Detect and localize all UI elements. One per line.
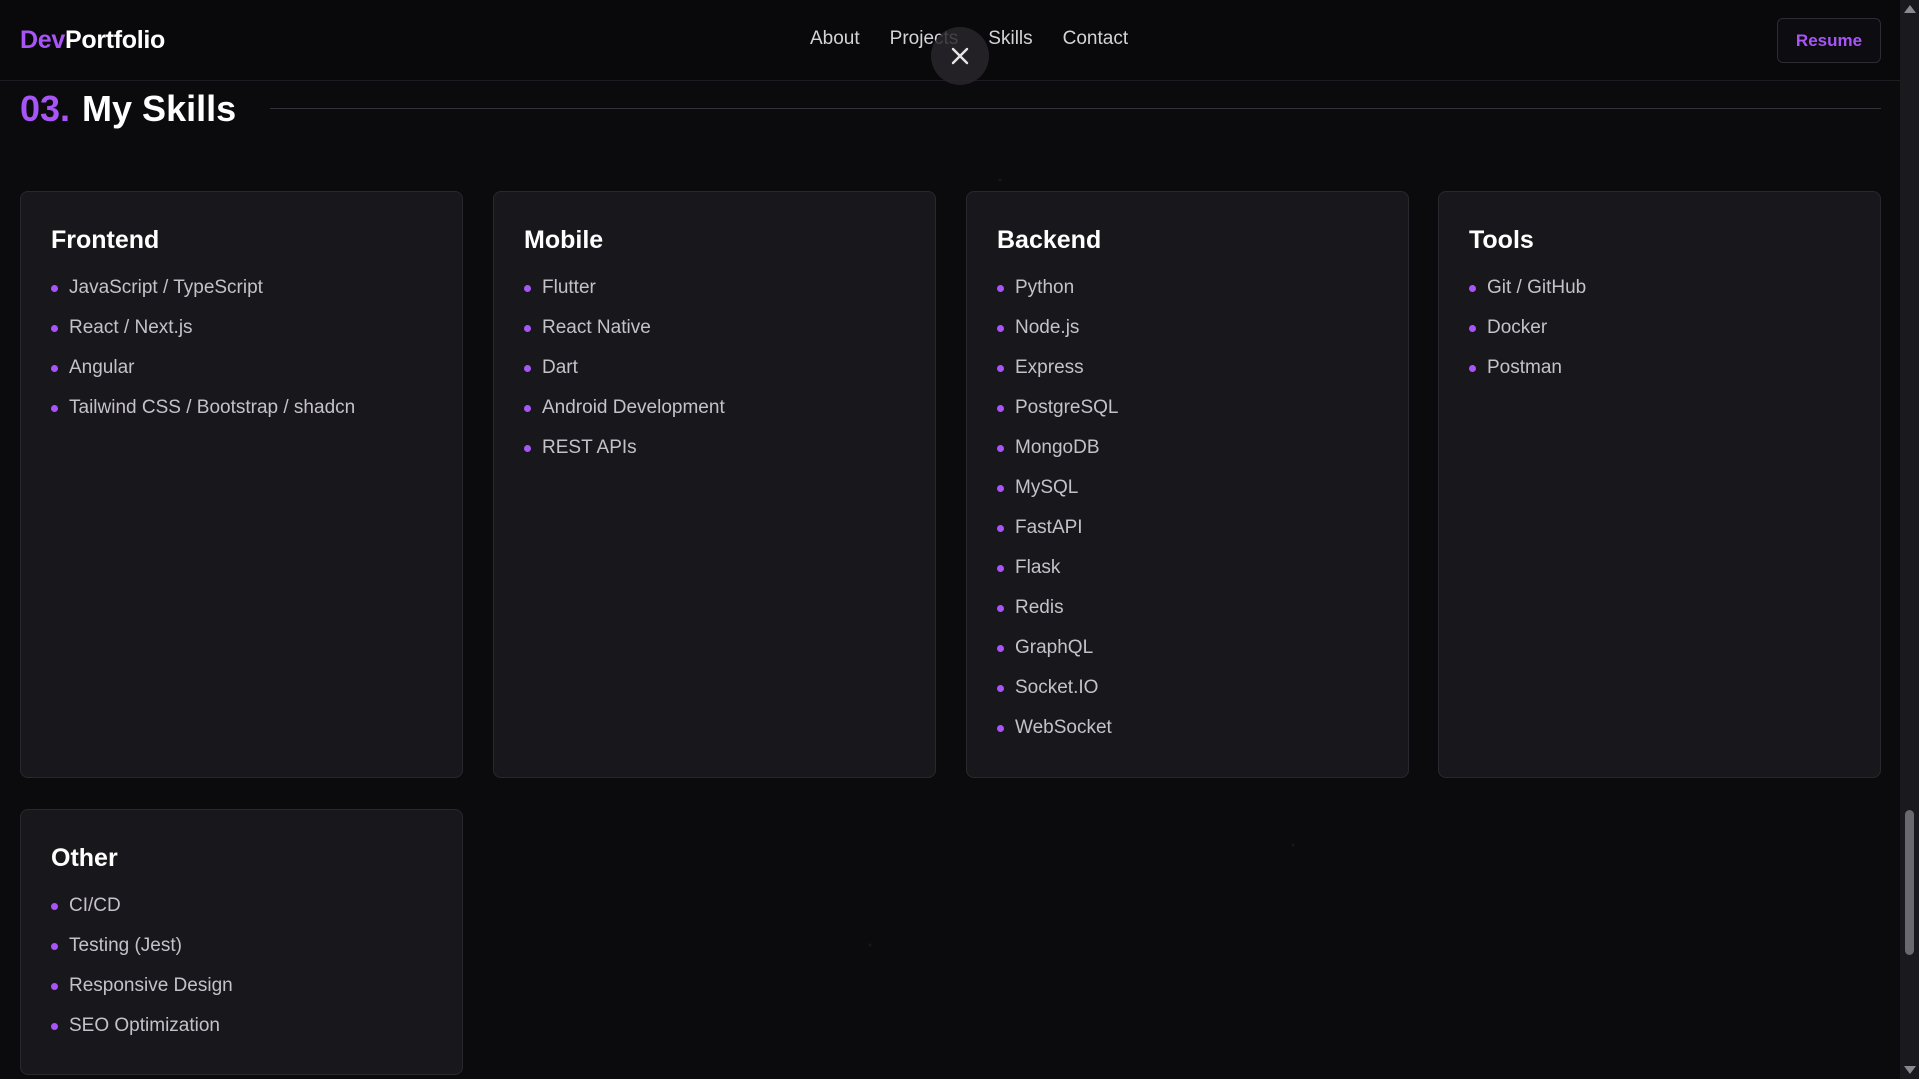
close-icon xyxy=(951,47,969,65)
scrollbar-thumb[interactable] xyxy=(1905,810,1914,955)
skill-card-backend: Backend Python Node.js Express PostgreSQ… xyxy=(966,191,1409,778)
skill-item: MongoDB xyxy=(997,437,1378,477)
skill-item: Dart xyxy=(524,357,905,397)
card-title: Backend xyxy=(997,226,1102,254)
card-title: Tools xyxy=(1469,226,1534,254)
skill-item: Docker xyxy=(1469,317,1850,357)
skill-item: FastAPI xyxy=(997,517,1378,557)
page-scrollbar[interactable] xyxy=(1900,0,1919,1079)
skill-list: Git / GitHub Docker Postman xyxy=(1469,277,1850,397)
close-button[interactable] xyxy=(931,27,989,85)
skill-list: Python Node.js Express PostgreSQL MongoD… xyxy=(997,277,1378,757)
page: DevPortfolio About Projects Skills Conta… xyxy=(0,0,1919,1079)
section-title: 03. My Skills xyxy=(20,88,236,130)
skill-item: WebSocket xyxy=(997,717,1378,757)
skill-list: JavaScript / TypeScript React / Next.js … xyxy=(51,277,432,437)
skill-item: CI/CD xyxy=(51,895,432,935)
skill-item: Express xyxy=(997,357,1378,397)
skill-item: Android Development xyxy=(524,397,905,437)
skill-item: Socket.IO xyxy=(997,677,1378,717)
scroll-up-arrow-icon[interactable] xyxy=(1904,5,1916,13)
skill-card-mobile: Mobile Flutter React Native Dart Android… xyxy=(493,191,936,778)
nav-link-about[interactable]: About xyxy=(810,28,860,50)
skill-item: Redis xyxy=(997,597,1378,637)
skill-list: Flutter React Native Dart Android Develo… xyxy=(524,277,905,477)
skill-item: Node.js xyxy=(997,317,1378,357)
skill-item: Angular xyxy=(51,357,432,397)
card-title: Other xyxy=(51,844,118,872)
nav-link-skills[interactable]: Skills xyxy=(988,28,1032,50)
skill-item: Python xyxy=(997,277,1378,317)
skill-item: PostgreSQL xyxy=(997,397,1378,437)
skill-item: Flask xyxy=(997,557,1378,597)
skill-list: CI/CD Testing (Jest) Responsive Design S… xyxy=(51,895,432,1055)
skill-card-tools: Tools Git / GitHub Docker Postman xyxy=(1438,191,1881,778)
skill-item: Testing (Jest) xyxy=(51,935,432,975)
skill-item: Git / GitHub xyxy=(1469,277,1850,317)
logo-accent: Dev xyxy=(20,26,65,54)
card-title: Frontend xyxy=(51,226,160,254)
section-number: 03. xyxy=(20,88,71,129)
skill-item: Responsive Design xyxy=(51,975,432,1015)
card-title: Mobile xyxy=(524,226,604,254)
section-divider xyxy=(270,108,1881,109)
site-logo[interactable]: DevPortfolio xyxy=(20,26,165,55)
skill-item: Tailwind CSS / Bootstrap / shadcn xyxy=(51,397,432,437)
resume-button[interactable]: Resume xyxy=(1777,18,1881,63)
skill-item: JavaScript / TypeScript xyxy=(51,277,432,317)
skill-card-frontend: Frontend JavaScript / TypeScript React /… xyxy=(20,191,463,778)
logo-rest: Portfolio xyxy=(64,26,166,54)
nav-link-contact[interactable]: Contact xyxy=(1063,28,1128,50)
section-heading: My Skills xyxy=(82,88,237,129)
scroll-down-arrow-icon[interactable] xyxy=(1904,1066,1916,1074)
skill-card-other: Other CI/CD Testing (Jest) Responsive De… xyxy=(20,809,463,1075)
skill-item: React Native xyxy=(524,317,905,357)
skill-item: REST APIs xyxy=(524,437,905,477)
skill-item: SEO Optimization xyxy=(51,1015,432,1055)
skill-item: Postman xyxy=(1469,357,1850,397)
skill-item: React / Next.js xyxy=(51,317,432,357)
skill-item: GraphQL xyxy=(997,637,1378,677)
skill-item: MySQL xyxy=(997,477,1378,517)
skill-item: Flutter xyxy=(524,277,905,317)
